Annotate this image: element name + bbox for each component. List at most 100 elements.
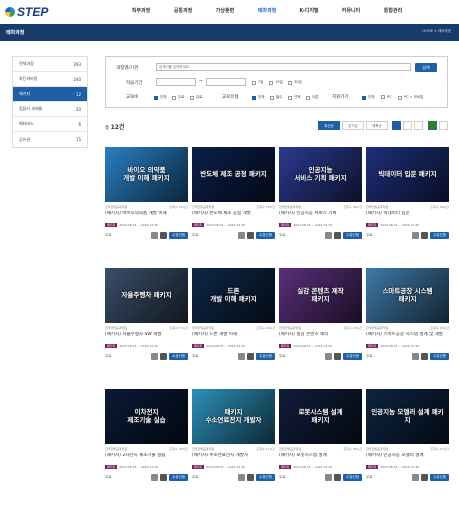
card-title[interactable]: (패키지) 자율주행차 SW 개발 (105, 332, 188, 338)
nav-item[interactable]: 공통과정 (162, 7, 204, 14)
apply-button[interactable]: 수강신청 (256, 353, 275, 360)
logo[interactable]: STEP (5, 5, 48, 19)
course-thumbnail[interactable]: 패키지 수소연료전지 개발자 (192, 389, 275, 444)
course-thumbnail[interactable]: 로봇시스템 설계 패키지 (279, 389, 362, 444)
apply-button[interactable]: 수강신청 (343, 474, 362, 481)
heart-icon[interactable] (421, 232, 429, 239)
card-title[interactable]: (패키지) 드론 개발 이해 (192, 332, 275, 338)
nav-item[interactable]: 직무과정 (120, 7, 162, 14)
period-7-option[interactable]: 7일 (252, 80, 263, 85)
course-thumbnail[interactable]: 이차전지 제조기술 실습 (105, 389, 188, 444)
device-all-option[interactable]: 전체 (362, 95, 374, 100)
course-card[interactable]: 바이오 의약품 개발 이해 패키지 한국한빛공과학원 조회수 75시간 (패키지) 바이… (105, 147, 188, 239)
card-title[interactable]: (패키지) 스마트공장 시스템 설계 및 개발 (366, 332, 449, 338)
heart-icon[interactable] (334, 474, 342, 481)
course-thumbnail[interactable]: 실감 콘텐츠 제작 패키지 (279, 268, 362, 323)
course-thumbnail[interactable]: 드론 개발 이해 패키지 (192, 268, 275, 323)
heart-icon[interactable] (247, 474, 255, 481)
excel-download-icon[interactable] (428, 121, 437, 130)
apply-button[interactable]: 수강신청 (169, 232, 188, 239)
breadcrumb[interactable]: HOME > 테마과정 (422, 29, 451, 34)
compact-view-icon[interactable] (414, 121, 423, 130)
nav-item-active[interactable]: 테마과정 (246, 7, 288, 14)
course-thumbnail[interactable]: 빅데이터 입문 패키지 (366, 147, 449, 202)
period-30-option[interactable]: 30일 (288, 80, 302, 85)
course-card[interactable]: 실감 콘텐츠 제작 패키지 한국한빛공과학원 조회수 25시간 (패키지) 실감 콘텐츠… (279, 268, 362, 360)
heart-icon[interactable] (160, 353, 168, 360)
heart-icon[interactable] (334, 353, 342, 360)
share-icon[interactable] (151, 353, 159, 360)
kind-all-option[interactable]: 전체 (252, 95, 264, 100)
sidebar-item[interactable]: 최단과비용 240 (13, 72, 87, 87)
print-icon[interactable] (439, 121, 448, 130)
share-icon[interactable] (412, 474, 420, 481)
start-date-field[interactable] (156, 78, 196, 86)
share-icon[interactable] (325, 232, 333, 239)
kind-theory-option[interactable]: 이론 (306, 95, 318, 100)
course-thumbnail[interactable]: 인공지능 서비스 기획 패키지 (279, 147, 362, 202)
course-card[interactable]: 이차전지 제조기술 실습 한국한빛공과학원 조회수 36시간 (패키지) 2차전지 제조… (105, 389, 188, 481)
heart-icon[interactable] (247, 353, 255, 360)
grid-view-icon[interactable] (392, 121, 401, 130)
course-card[interactable]: 드론 개발 이해 패키지 한국한빛공과학원 조회수 26시간 (패키지) 드론 개발 이… (192, 268, 275, 360)
course-card[interactable]: 빅데이터 입문 패키지 한국한빛공과학원 조회수 36시간 (패키지) 빅데이터 입문… (366, 147, 449, 239)
apply-button[interactable]: 수강신청 (343, 353, 362, 360)
course-thumbnail[interactable]: 반도체 제조 공정 패키지 (192, 147, 275, 202)
card-title[interactable]: (패키지) 반도체 제조 공정 개발 (192, 211, 275, 217)
share-icon[interactable] (238, 232, 246, 239)
card-title[interactable]: (패키지) 수소연료전지 개발자 (192, 453, 275, 459)
share-icon[interactable] (238, 353, 246, 360)
apply-button[interactable]: 수강신청 (169, 353, 188, 360)
sort-title-button[interactable]: 제목순 (366, 121, 388, 130)
list-view-icon[interactable] (403, 121, 412, 130)
sidebar-item[interactable]: 메타버스 6 (13, 117, 87, 132)
heart-icon[interactable] (421, 474, 429, 481)
card-title[interactable]: (패키지) 2차전지 제조기술 실습 (105, 453, 188, 459)
share-icon[interactable] (151, 232, 159, 239)
heart-icon[interactable] (160, 232, 168, 239)
course-card[interactable]: 패키지 수소연료전지 개발자 한국한빛공과학원 조회수 17시간 (패키지) 수소연료전… (192, 389, 275, 481)
card-title[interactable]: (패키지) 인공지능 서비스 기획 (279, 211, 362, 217)
apply-button[interactable]: 수강신청 (430, 232, 449, 239)
course-card[interactable]: 스마트공장 시스템 패키지 한국한빛공과학원 조회수 18시간 (패키지) 스마트공장 … (366, 268, 449, 360)
course-thumbnail[interactable]: 바이오 의약품 개발 이해 패키지 (105, 147, 188, 202)
sort-popular-button[interactable]: 인기순 (342, 121, 364, 130)
share-icon[interactable] (325, 474, 333, 481)
fee-free-option[interactable]: 무료 (172, 95, 184, 100)
share-icon[interactable] (238, 474, 246, 481)
card-title[interactable]: (패키지) 빅데이터 입문 (366, 211, 449, 217)
search-button[interactable]: 검색 (415, 63, 437, 72)
device-pc-option[interactable]: PC (381, 95, 392, 99)
nav-item[interactable]: 커뮤니티 (330, 7, 372, 14)
apply-button[interactable]: 수강신청 (256, 232, 275, 239)
sort-latest-button[interactable]: 최신순 (318, 121, 340, 130)
heart-icon[interactable] (247, 232, 255, 239)
nav-item[interactable]: 통합관리 (372, 7, 414, 14)
course-thumbnail[interactable]: 스마트공장 시스템 패키지 (366, 268, 449, 323)
apply-button[interactable]: 수강신청 (343, 232, 362, 239)
end-date-field[interactable] (206, 78, 246, 86)
heart-icon[interactable] (334, 232, 342, 239)
period-15-option[interactable]: 15일 (269, 80, 283, 85)
sidebar-item[interactable]: 패키지 12 (13, 87, 87, 102)
apply-button[interactable]: 수강신청 (430, 474, 449, 481)
sidebar-item[interactable]: 컴퓨터 과제물 20 (13, 102, 87, 117)
share-icon[interactable] (412, 232, 420, 239)
course-card[interactable]: 자율주행차 패키지 한국한빛공과학원 조회수 77시간 (패키지) 자율주행차 SW … (105, 268, 188, 360)
share-icon[interactable] (325, 353, 333, 360)
device-pc-mobile-option[interactable]: PC + 모바일 (398, 95, 423, 100)
nav-item[interactable]: 가상훈련 (204, 7, 246, 14)
fee-paid-option[interactable]: 유료 (190, 95, 202, 100)
share-icon[interactable] (151, 474, 159, 481)
apply-button[interactable]: 수강신청 (169, 474, 188, 481)
course-card[interactable]: 로봇시스템 설계 패키지 한국한빛공과학원 조회수 36시간 (패키지) 로봇시스템 설… (279, 389, 362, 481)
card-title[interactable]: (패키지) 인공지능 모델러 설계 (366, 453, 449, 459)
course-thumbnail[interactable]: 인공지능 모델러 설계 패키지 (366, 389, 449, 444)
kind-required-option[interactable]: 필수 (270, 95, 282, 100)
heart-icon[interactable] (421, 353, 429, 360)
heart-icon[interactable] (160, 474, 168, 481)
course-thumbnail[interactable]: 자율주행차 패키지 (105, 268, 188, 323)
course-card[interactable]: 반도체 제조 공정 패키지 한국한빛공과학원 조회수 75시간 (패키지) 반도체 제… (192, 147, 275, 239)
course-card[interactable]: 인공지능 모델러 설계 패키지 한국한빛공과학원 조회수 27시간 (패키지) 인공지… (366, 389, 449, 481)
card-title[interactable]: (패키지) 로봇시스템 설계 (279, 453, 362, 459)
